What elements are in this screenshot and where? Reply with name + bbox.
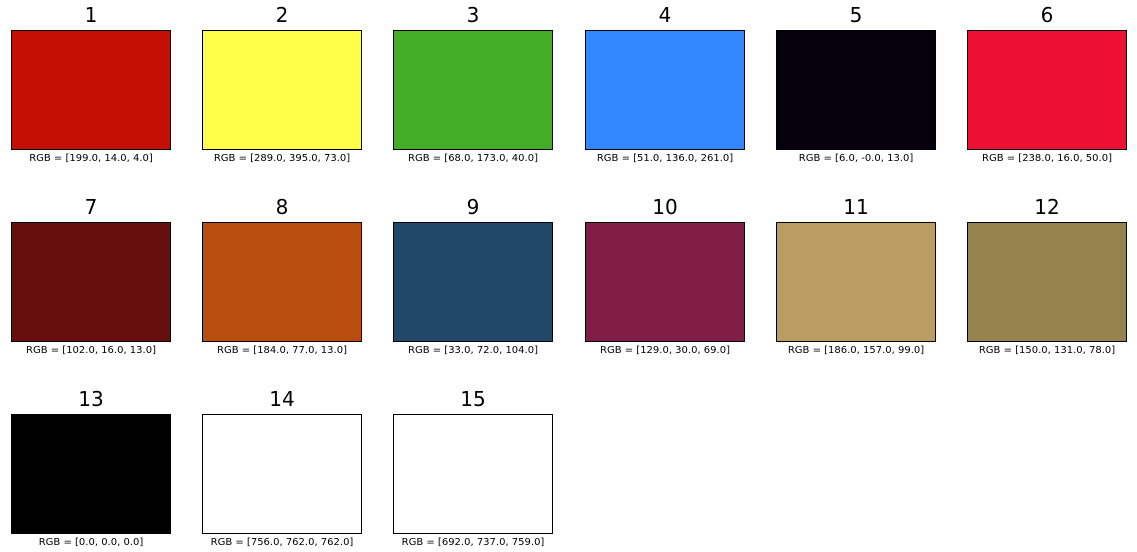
color-swatch bbox=[776, 30, 936, 150]
swatch-title: 15 bbox=[460, 387, 486, 411]
swatch-title: 9 bbox=[466, 195, 480, 219]
swatch-rgb-caption: RGB = [692.0, 737.0, 759.0] bbox=[401, 537, 545, 548]
swatch-title: 1 bbox=[84, 3, 98, 27]
swatch-rgb-caption: RGB = [186.0, 157.0, 99.0] bbox=[787, 345, 925, 356]
color-swatch bbox=[202, 414, 362, 534]
swatch-title: 13 bbox=[78, 387, 104, 411]
color-swatch bbox=[393, 222, 553, 342]
color-swatch bbox=[11, 414, 171, 534]
color-swatch bbox=[776, 222, 936, 342]
color-swatch bbox=[11, 222, 171, 342]
color-swatch bbox=[11, 30, 171, 150]
color-swatch bbox=[585, 30, 745, 150]
swatch-rgb-caption: RGB = [238.0, 16.0, 50.0] bbox=[982, 153, 1112, 164]
swatch-title: 8 bbox=[275, 195, 289, 219]
swatch-rgb-caption: RGB = [184.0, 77.0, 13.0] bbox=[217, 345, 347, 356]
swatch-rgb-caption: RGB = [150.0, 131.0, 78.0] bbox=[978, 345, 1116, 356]
swatch-rgb-caption: RGB = [51.0, 136.0, 261.0] bbox=[596, 153, 734, 164]
swatch-title: 3 bbox=[466, 3, 480, 27]
swatch-rgb-caption: RGB = [33.0, 72.0, 104.0] bbox=[408, 345, 538, 356]
swatch-rgb-caption: RGB = [199.0, 14.0, 4.0] bbox=[29, 153, 153, 164]
swatch-rgb-caption: RGB = [68.0, 173.0, 40.0] bbox=[408, 153, 538, 164]
swatch-title: 2 bbox=[275, 3, 289, 27]
swatch-rgb-caption: RGB = [129.0, 30.0, 69.0] bbox=[600, 345, 730, 356]
color-swatch bbox=[393, 30, 553, 150]
swatch-rgb-caption: RGB = [6.0, -0.0, 13.0] bbox=[798, 153, 914, 164]
swatch-title: 12 bbox=[1034, 195, 1060, 219]
color-swatch bbox=[585, 222, 745, 342]
swatch-title: 10 bbox=[652, 195, 678, 219]
swatch-title: 14 bbox=[269, 387, 295, 411]
swatch-rgb-caption: RGB = [0.0, 0.0, 0.0] bbox=[38, 537, 144, 548]
color-swatch-grid: 1 RGB = [199.0, 14.0, 4.0] 2 RGB = [289.0, … bbox=[0, 0, 1137, 552]
swatch-title: 7 bbox=[84, 195, 98, 219]
swatch-title: 6 bbox=[1040, 3, 1054, 27]
swatch-rgb-caption: RGB = [756.0, 762.0, 762.0] bbox=[210, 537, 354, 548]
swatch-title: 4 bbox=[658, 3, 672, 27]
color-swatch bbox=[967, 30, 1127, 150]
color-swatch bbox=[967, 222, 1127, 342]
color-swatch bbox=[202, 222, 362, 342]
color-swatch bbox=[393, 414, 553, 534]
color-swatch bbox=[202, 30, 362, 150]
swatch-title: 11 bbox=[843, 195, 869, 219]
swatch-rgb-caption: RGB = [289.0, 395.0, 73.0] bbox=[213, 153, 351, 164]
swatch-title: 5 bbox=[849, 3, 863, 27]
swatch-rgb-caption: RGB = [102.0, 16.0, 13.0] bbox=[26, 345, 156, 356]
